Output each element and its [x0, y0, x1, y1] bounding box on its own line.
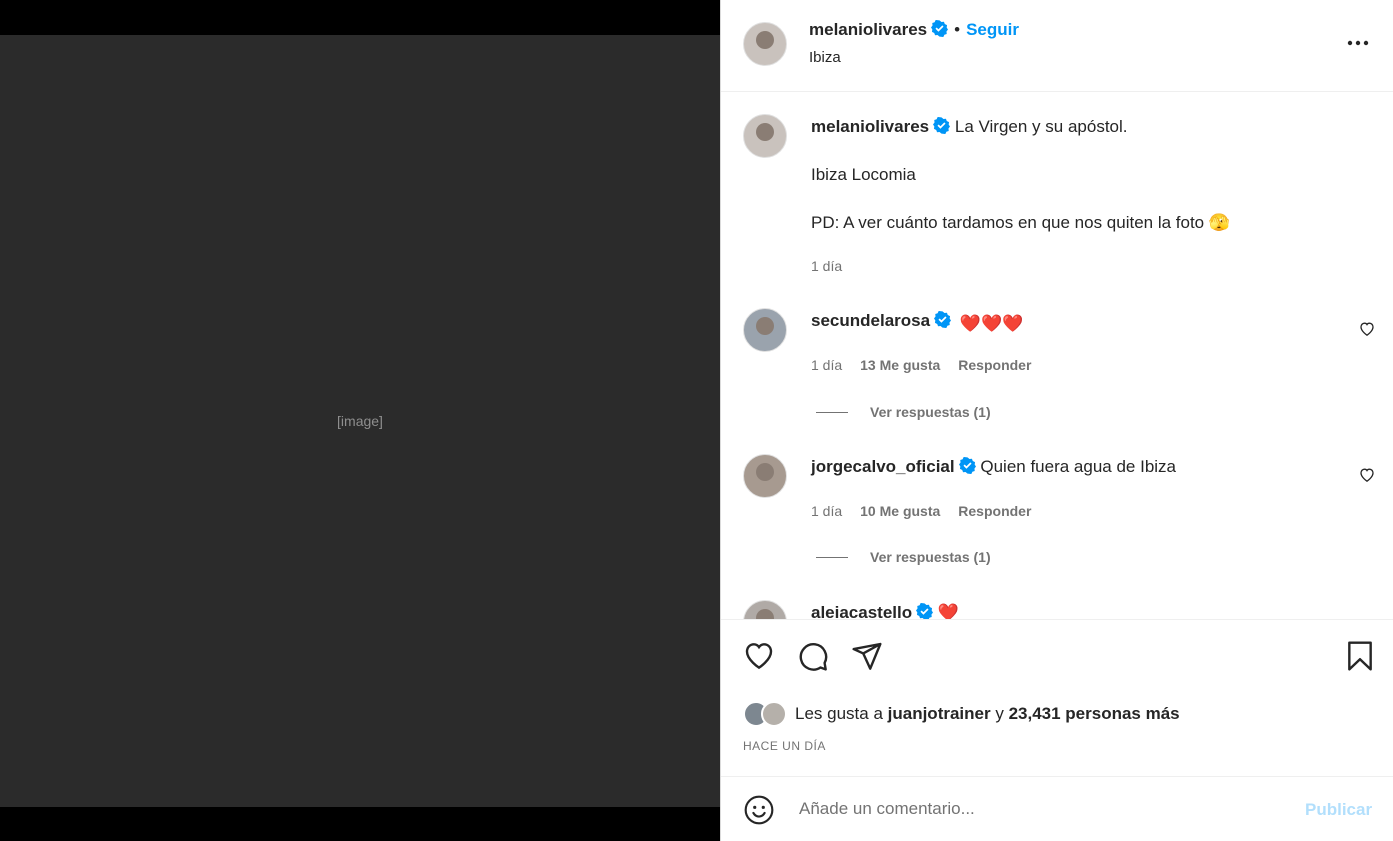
verified-icon	[916, 602, 934, 619]
comment-likes[interactable]: 10 Me gusta	[860, 503, 940, 519]
comment-time[interactable]: 1 día	[811, 503, 842, 519]
author-avatar[interactable]	[743, 22, 787, 66]
comment-line: jorgecalvo_oficial Quien fuera agua de I…	[811, 456, 1176, 480]
verified-icon	[933, 116, 951, 140]
caption-line-3: PD: A ver cuánto tardamos en que nos qui…	[811, 213, 1231, 232]
comment-meta: 1 día 13 Me gusta Responder	[811, 357, 1031, 373]
view-replies-button[interactable]: Ver respuestas (1)	[816, 404, 991, 420]
comment-line: aleiacastello ❤️	[811, 602, 959, 619]
comment-username[interactable]: aleiacastello	[811, 603, 912, 619]
verified-icon	[958, 456, 976, 480]
likes-connector: y	[995, 704, 1004, 723]
share-icon[interactable]	[851, 640, 883, 677]
comment-like-icon[interactable]	[1359, 467, 1375, 487]
post-panel: melaniolivares • Seguir Ibiza melaniolivar…	[720, 0, 1393, 841]
publish-button[interactable]: Publicar	[1305, 800, 1372, 820]
caption-username[interactable]: melaniolivares	[811, 117, 929, 136]
verified-icon	[934, 310, 952, 334]
view-replies-button[interactable]: Ver respuestas (1)	[816, 549, 991, 565]
comments-list[interactable]: melaniolivares La Virgen y su apóstol. I…	[721, 92, 1393, 619]
likes-prefix: Les gusta a	[795, 704, 883, 723]
reply-button[interactable]: Responder	[958, 357, 1031, 373]
verified-icon	[931, 19, 949, 42]
likes-user[interactable]: juanjotrainer	[888, 704, 991, 724]
location-link[interactable]: Ibiza	[809, 49, 841, 66]
author-username[interactable]: melaniolivares	[809, 20, 927, 39]
post-timestamp[interactable]: HACE UN DÍA	[743, 739, 826, 753]
bookmark-icon[interactable]	[1345, 640, 1375, 677]
more-options-icon[interactable]	[1345, 30, 1371, 56]
caption-text: La Virgen y su apóstol.	[954, 117, 1128, 136]
comment-like-icon[interactable]	[1359, 321, 1375, 341]
action-bar: Les gusta a juanjotrainer y 23,431 perso…	[721, 619, 1393, 777]
comment-icon[interactable]	[797, 640, 829, 677]
caption-avatar[interactable]	[743, 114, 787, 158]
liker-avatar	[761, 701, 787, 727]
comment-avatar[interactable]	[743, 454, 787, 498]
view-replies-label: Ver respuestas (1)	[870, 404, 991, 420]
comment-text: ❤️❤️❤️	[959, 314, 1024, 333]
comment-input[interactable]	[797, 796, 1281, 822]
caption-line-1: melaniolivares La Virgen y su apóstol.	[811, 116, 1128, 140]
caption-time[interactable]: 1 día	[811, 258, 842, 274]
separator-dot: •	[954, 20, 961, 39]
heart-icon[interactable]	[743, 640, 775, 675]
replies-line	[816, 411, 848, 413]
comment-text: ❤️	[937, 603, 960, 619]
comment-time[interactable]: 1 día	[811, 357, 842, 373]
comment-likes[interactable]: 13 Me gusta	[860, 357, 940, 373]
caption-line-2: Ibiza Locomia	[811, 165, 916, 184]
comment-meta: 1 día 10 Me gusta Responder	[811, 503, 1031, 519]
comment-avatar[interactable]	[743, 308, 787, 352]
emoji-icon[interactable]	[743, 794, 775, 831]
header-user-line: melaniolivares • Seguir	[809, 19, 1019, 42]
follow-button[interactable]: Seguir	[966, 20, 1019, 39]
reply-button[interactable]: Responder	[958, 503, 1031, 519]
likes-summary[interactable]: Les gusta a juanjotrainer y 23,431 perso…	[743, 701, 1180, 727]
likes-others[interactable]: 23,431 personas más	[1009, 704, 1180, 724]
comment-text: Quien fuera agua de Ibiza	[980, 457, 1177, 476]
post-header: melaniolivares • Seguir Ibiza	[721, 0, 1393, 92]
post-media: [image]	[0, 0, 720, 841]
comment-username[interactable]: jorgecalvo_oficial	[811, 457, 955, 476]
view-replies-label: Ver respuestas (1)	[870, 549, 991, 565]
replies-line	[816, 556, 848, 558]
add-comment-bar: Publicar	[721, 776, 1393, 841]
photo-placeholder: [image]	[0, 35, 720, 807]
comment-avatar[interactable]	[743, 600, 787, 619]
comment-line: secundelarosa ❤️❤️❤️	[811, 310, 1023, 335]
comment-username[interactable]: secundelarosa	[811, 311, 930, 330]
